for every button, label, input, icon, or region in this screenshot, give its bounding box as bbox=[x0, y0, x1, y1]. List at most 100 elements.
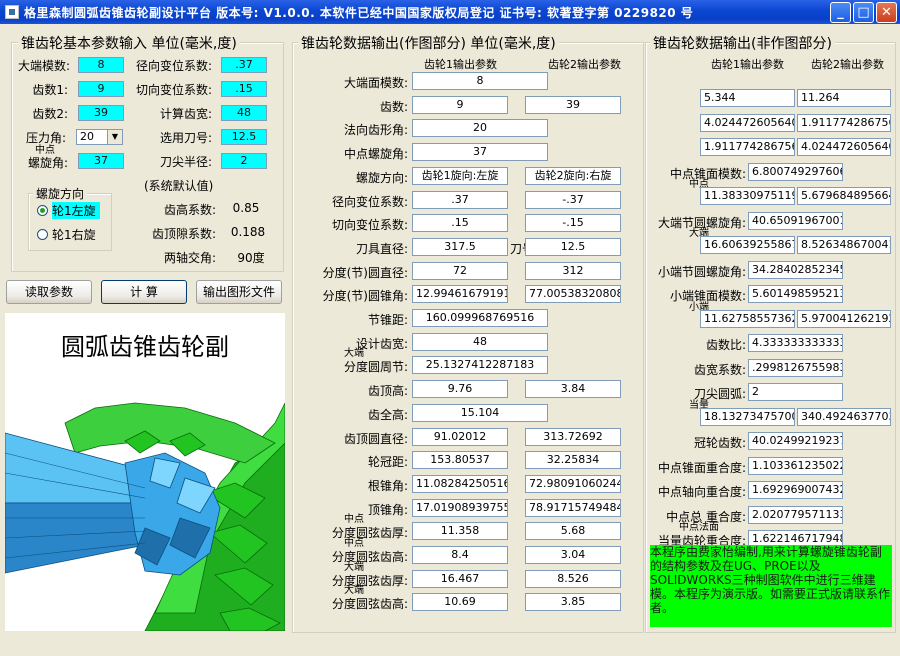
mid-helix-input[interactable]: 37 bbox=[78, 153, 124, 169]
right-row-value-gear2: 5.6796848956645 bbox=[797, 187, 891, 205]
clearance-coef-label: 齿顶隙系数: bbox=[151, 227, 216, 241]
right-row-value-gear2: 1.9117742867565 bbox=[797, 114, 891, 132]
right-row-label: 齿宽系数: bbox=[693, 363, 746, 377]
right-row-value: 40.650919670019 bbox=[748, 212, 843, 230]
right-row-value: 5.6014985952132 bbox=[748, 285, 843, 303]
end-module-input[interactable]: 8 bbox=[78, 57, 124, 73]
right-row-value-gear2: 8.5263486700415 bbox=[797, 236, 891, 254]
right-row-value: 4.3333333333333 bbox=[748, 334, 843, 352]
tangential-input[interactable]: .15 bbox=[221, 81, 267, 97]
mid-row-label: 中点螺旋角: bbox=[343, 147, 408, 161]
right-row-value-gear2: 11.264 bbox=[797, 89, 891, 107]
mid-row-value-gear1: .15 bbox=[412, 214, 508, 232]
right-row-value-gear1: 5.344 bbox=[700, 89, 795, 107]
mid-row-value-gear2: -.37 bbox=[525, 191, 621, 209]
helix-right-label[interactable]: 轮1右旋 bbox=[52, 226, 100, 243]
mid-col1-header: 齿轮1输出参数 bbox=[424, 58, 497, 71]
mid-row-value-gear2: 32.25834 bbox=[525, 451, 621, 469]
right-row-value-gear1: 1.9117742867565 bbox=[700, 138, 795, 156]
mid-row-label: 齿数: bbox=[379, 100, 408, 114]
right-row-value-gear1: 4.0244726056402 bbox=[700, 114, 795, 132]
mid-row-value-gear1: 11.358 bbox=[412, 522, 508, 540]
helix-left-label[interactable]: 轮1左旋 bbox=[52, 202, 100, 219]
mid-row-label: 分度圆周节: bbox=[343, 360, 408, 374]
calculate-button[interactable]: 计 算 bbox=[101, 280, 187, 304]
z2-label: 齿数2: bbox=[32, 107, 68, 121]
read-params-button[interactable]: 读取参数 bbox=[6, 280, 92, 304]
right-row-value: 1.6929690074325 bbox=[748, 481, 843, 499]
minimize-button[interactable]: _ bbox=[830, 2, 851, 23]
addendum-coef-value: 0.85 bbox=[232, 201, 260, 215]
mid-row-value-gear2: 齿轮2旋向:右旋 bbox=[525, 167, 621, 185]
shaft-angle-label: 两轴交角: bbox=[163, 251, 216, 265]
window-title: 格里森制圆弧齿锥齿轮副设计平台 版本号: V1.0.0. 本软件已经中国国家版权… bbox=[24, 6, 694, 20]
radial-label: 径向变位系数: bbox=[135, 59, 212, 73]
right-row-label: 中点锥面重合度: bbox=[657, 461, 746, 475]
right-row-value-gear1: 11.627585573623 bbox=[700, 310, 795, 328]
pressure-value: 20 bbox=[80, 130, 94, 143]
cutter-input[interactable]: 12.5 bbox=[221, 129, 267, 145]
author-note: 本程序由费家怡编制,用来计算螺旋锥齿轮副的结构参数及在UG、PROE以及SOLI… bbox=[650, 545, 892, 627]
mid-row-label: 齿顶高: bbox=[367, 384, 408, 398]
mid-row-label: 径向变位系数: bbox=[331, 195, 408, 209]
mid-row-value-gear1: 9 bbox=[412, 96, 508, 114]
face-width-input[interactable]: 48 bbox=[221, 105, 267, 121]
right-row-value: 34.284028523459 bbox=[748, 261, 843, 279]
right-row-value: 40.024992192379 bbox=[748, 432, 843, 450]
mid-row-value-gear2: -.15 bbox=[525, 214, 621, 232]
app-icon bbox=[5, 5, 19, 19]
right-row-value: 2 bbox=[748, 383, 843, 401]
mid-row-value-gear1: 11.08284250516 bbox=[412, 475, 508, 493]
right-row-value-gear1: 11.383309751199 bbox=[700, 187, 795, 205]
mid-row-value: 48 bbox=[412, 333, 548, 351]
mid-row-value-gear2: 12.5 bbox=[525, 238, 621, 256]
mid-row-label: 分度圆弦齿高: bbox=[331, 597, 408, 611]
helix-direction-title: 螺旋方向 bbox=[33, 185, 88, 202]
mid-row-value-gear1: 16.467 bbox=[412, 570, 508, 588]
input-panel-title: 锥齿轮基本参数输入 单位(毫米,度) bbox=[18, 33, 240, 53]
maximize-button[interactable]: □ bbox=[853, 2, 874, 23]
z2-input[interactable]: 39 bbox=[78, 105, 124, 121]
mid-row-value-gear1: 153.80537 bbox=[412, 451, 508, 469]
mid-row-value: 25.1327412287183 bbox=[412, 356, 548, 374]
right-col2-header: 齿轮2输出参数 bbox=[811, 58, 884, 71]
mid-row-value-gear2: 3.85 bbox=[525, 593, 621, 611]
radial-input[interactable]: .37 bbox=[221, 57, 267, 73]
close-button[interactable]: ✕ bbox=[876, 2, 897, 23]
tip-radius-label: 刀尖半径: bbox=[159, 155, 212, 169]
mid-row-label: 分度(节)圆锥角: bbox=[322, 289, 408, 303]
mid-row-label: 螺旋方向: bbox=[355, 171, 408, 185]
mid-col2-header: 齿轮2输出参数 bbox=[548, 58, 621, 71]
z1-input[interactable]: 9 bbox=[78, 81, 124, 97]
mid-row-value-gear1: 72 bbox=[412, 262, 508, 280]
right-row-value: 6.8007492976066 bbox=[748, 163, 843, 181]
mid-row-value-gear2: 5.68 bbox=[525, 522, 621, 540]
mid-row-label: 齿顶圆直径: bbox=[343, 432, 408, 446]
shaft-angle-value: 90度 bbox=[237, 251, 265, 265]
mid-row-value-gear2: 77.005383208083 bbox=[525, 285, 621, 303]
title-bar: 格里森制圆弧齿锥齿轮副设计平台 版本号: V1.0.0. 本软件已经中国国家版权… bbox=[0, 0, 900, 24]
mid-row-label: 法向齿形角: bbox=[343, 123, 408, 137]
helix-right-radio[interactable] bbox=[37, 229, 48, 240]
non-drawing-output-title: 锥齿轮数据输出(非作图部分) bbox=[650, 33, 835, 53]
mid-row-value-gear1: 8.4 bbox=[412, 546, 508, 564]
helix-left-radio[interactable] bbox=[37, 205, 48, 216]
mid-row-label: 刀具直径: bbox=[355, 242, 408, 256]
tip-radius-input[interactable]: 2 bbox=[221, 153, 267, 169]
mid-row-label: 分度(节)圆直径: bbox=[322, 266, 408, 280]
clearance-coef-value: 0.188 bbox=[230, 225, 266, 239]
mid-row-value-gear2: 313.72692 bbox=[525, 428, 621, 446]
right-row-value: .29981267559834 bbox=[748, 359, 843, 377]
chevron-down-icon[interactable]: ▼ bbox=[107, 130, 122, 144]
z1-label: 齿数1: bbox=[32, 83, 68, 97]
mid-row-value: 15.104 bbox=[412, 404, 548, 422]
pressure-select[interactable]: 20 ▼ bbox=[76, 129, 123, 145]
mid-row-value: 37 bbox=[412, 143, 548, 161]
mid-row-value-gear2: 78.91715749484 bbox=[525, 499, 621, 517]
mid-row-value-gear1: 10.69 bbox=[412, 593, 508, 611]
mid-row-value-gear1: 317.5 bbox=[412, 238, 508, 256]
output-file-button[interactable]: 输出图形文件 bbox=[196, 280, 282, 304]
mid-row-value-gear1: 17.019089397556 bbox=[412, 499, 508, 517]
mid-row-value-gear1: 91.02012 bbox=[412, 428, 508, 446]
right-row-value: 1.1033612350228 bbox=[748, 457, 843, 475]
